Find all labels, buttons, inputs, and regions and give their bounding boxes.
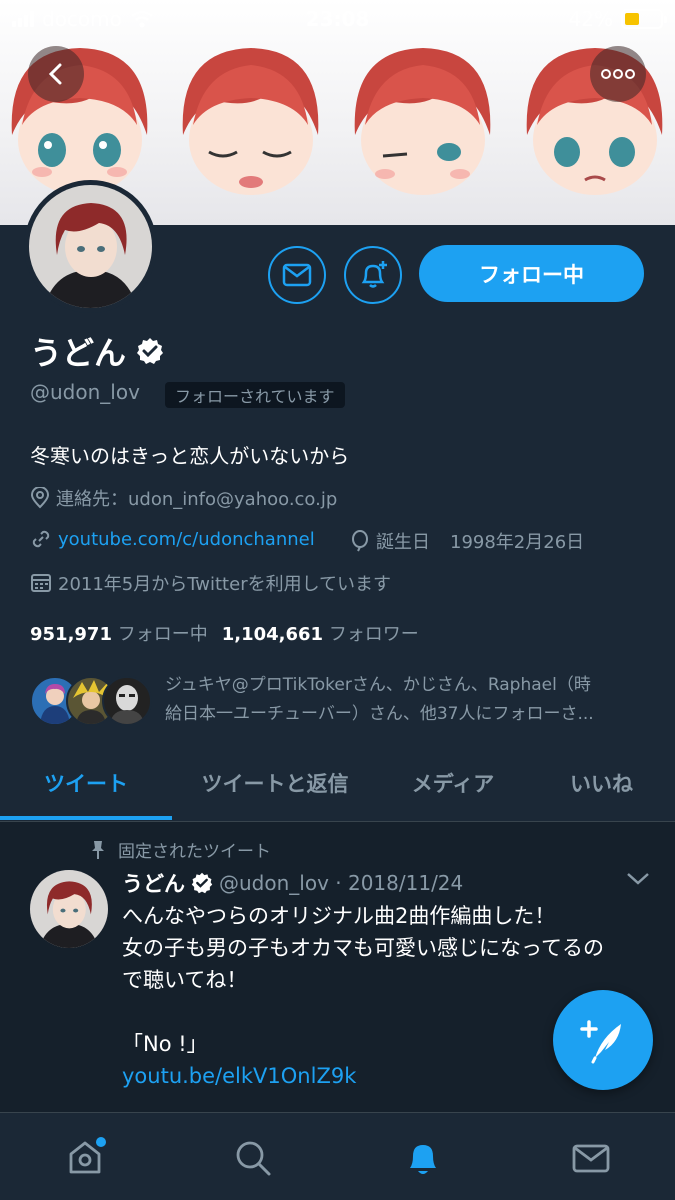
- banner-chibi-4: [526, 48, 663, 195]
- nav-search[interactable]: [228, 1133, 278, 1183]
- following-label: フォロー中: [117, 624, 208, 645]
- following-stat[interactable]: 951,971 フォロー中: [30, 620, 208, 646]
- joined-row: 2011年5月からTwitterを利用しています: [30, 570, 391, 596]
- banner-chibi-2: [182, 48, 319, 195]
- pin-icon: [92, 840, 104, 859]
- tab-likes[interactable]: いいね: [528, 748, 675, 818]
- tab-tweets[interactable]: ツイート: [0, 748, 172, 818]
- calendar-icon: [31, 574, 51, 592]
- location-pin-icon: [30, 487, 50, 509]
- profile-avatar[interactable]: [24, 180, 157, 313]
- bell-plus-icon: [361, 261, 387, 288]
- followers-count: 1,104,661: [221, 624, 324, 645]
- notifications-icon: [410, 1145, 436, 1174]
- tweet-header: うどん @udon_lov · 2018/11/24: [122, 868, 463, 898]
- tab-tweets-and-replies[interactable]: ツイートと返信: [172, 748, 378, 818]
- search-icon: [236, 1141, 271, 1176]
- mutual-avatar: [102, 676, 152, 726]
- profile-bio: 冬寒いのはきっと恋人がいないから: [30, 444, 350, 468]
- following-button[interactable]: フォロー中: [419, 245, 644, 302]
- envelope-icon: [282, 263, 312, 287]
- bottom-navigation: [0, 1112, 675, 1200]
- more-button[interactable]: [590, 46, 646, 102]
- location-row: 連絡先：udon_info@yahoo.co.jp: [30, 485, 337, 511]
- birthday-label: 誕生日: [376, 532, 430, 553]
- more-horizontal-icon: [601, 69, 635, 79]
- notify-button[interactable]: [344, 246, 402, 304]
- display-name: うどん: [30, 334, 127, 372]
- link-icon: [32, 530, 50, 548]
- profile-tabs: ツイート ツイートと返信 メディア いいね: [0, 748, 675, 822]
- follows-you-badge: フォローされています: [165, 382, 345, 408]
- banner-chibi-3: [354, 48, 491, 195]
- tab-media[interactable]: メディア: [378, 748, 528, 818]
- battery-icon: [621, 9, 667, 29]
- profile-handle: @udon_lov: [30, 380, 140, 404]
- nav-home[interactable]: [60, 1133, 110, 1183]
- message-button[interactable]: [268, 246, 326, 304]
- messages-icon: [572, 1144, 610, 1173]
- banner-chibi-1: [11, 48, 148, 195]
- tweet-handle-date: @udon_lov · 2018/11/24: [219, 871, 464, 895]
- tweet-avatar-image: [30, 870, 108, 948]
- chevron-down-icon[interactable]: [626, 872, 650, 886]
- tweet-avatar[interactable]: [30, 870, 108, 948]
- nav-messages[interactable]: [566, 1133, 616, 1183]
- birthday-row: 誕生日 1998年2月26日: [350, 528, 584, 554]
- verified-badge-icon: [137, 338, 164, 364]
- compose-tweet-button[interactable]: [553, 990, 653, 1090]
- pinned-indicator: 固定されたツイート: [90, 837, 271, 862]
- followed-by-text[interactable]: ジュキヤ@プロTikTokerさん、かじさん、Raphael（時 給日本一ユーチ…: [165, 671, 645, 729]
- home-notification-dot: [96, 1137, 106, 1147]
- website-link[interactable]: youtube.com/c/udonchannel: [58, 529, 315, 550]
- website-row: youtube.com/c/udonchannel: [30, 528, 315, 550]
- avatar-image: [29, 185, 152, 308]
- back-button[interactable]: [28, 46, 84, 102]
- battery-percent: 42%: [568, 7, 613, 31]
- active-tab-indicator: [0, 816, 172, 820]
- chevron-left-icon: [48, 63, 62, 85]
- following-count: 951,971: [30, 624, 112, 645]
- status-bar: docomo 23:08 42%: [0, 0, 675, 40]
- verified-badge-icon: [191, 872, 213, 894]
- tweet-author-name: うどん: [122, 872, 185, 896]
- pinned-label: 固定されたツイート: [118, 842, 271, 862]
- birthday-value: 1998年2月26日: [450, 532, 585, 553]
- followers-stat[interactable]: 1,104,661 フォロワー: [222, 620, 419, 646]
- balloon-icon: [352, 530, 368, 552]
- joined-text: 2011年5月からTwitterを利用しています: [58, 574, 392, 595]
- mutual-followers-avatars[interactable]: [30, 676, 152, 730]
- nav-notifications[interactable]: [398, 1133, 448, 1183]
- profile-name-row: うどん: [30, 328, 164, 374]
- compose-feather-icon: [580, 1020, 621, 1064]
- followers-label: フォロワー: [328, 624, 419, 645]
- location-text: 連絡先：udon_info@yahoo.co.jp: [56, 489, 338, 510]
- follow-stats: 951,971 フォロー中 1,104,661 フォロワー: [30, 620, 419, 646]
